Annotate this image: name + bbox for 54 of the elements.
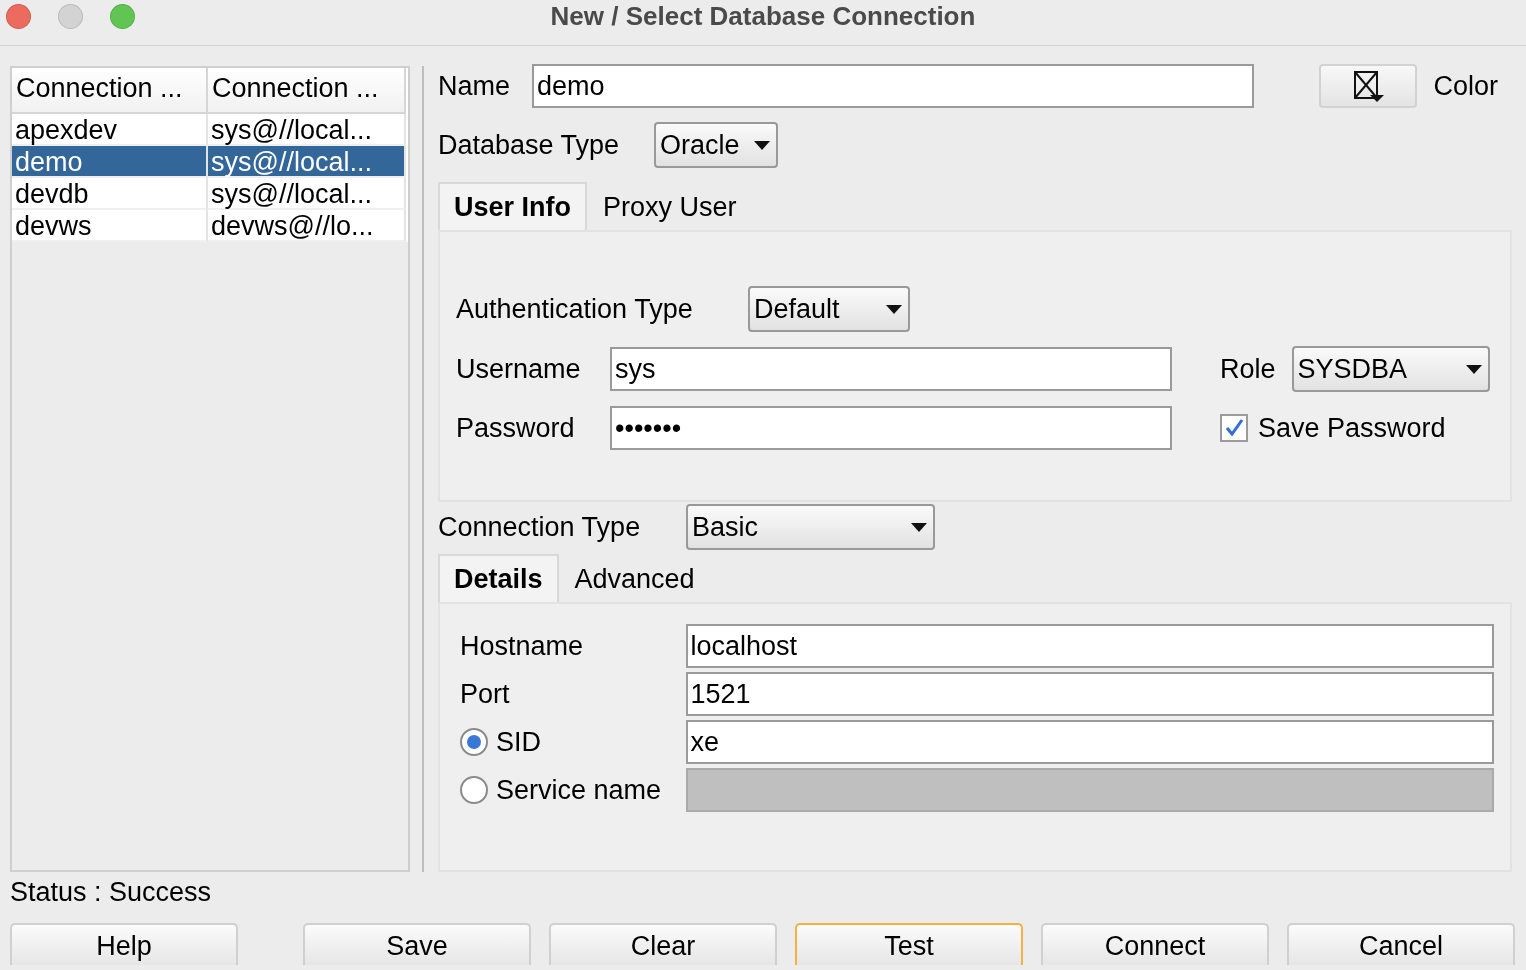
dialog-button[interactable]: Test bbox=[795, 922, 1023, 965]
radio-button[interactable] bbox=[460, 728, 488, 756]
color-swatch-icon bbox=[1352, 70, 1385, 102]
status-text: Status : Success bbox=[10, 876, 212, 909]
table-cell[interactable]: devws bbox=[12, 210, 208, 242]
database-type-dropdown[interactable]: Oracle bbox=[654, 122, 778, 168]
window-title: New / Select Database Connection bbox=[550, 0, 976, 33]
dialog-button[interactable]: Clear bbox=[549, 922, 777, 965]
sid-field[interactable]: xe bbox=[685, 720, 1494, 764]
tab[interactable]: Advanced bbox=[558, 554, 711, 602]
field-label: Port bbox=[460, 677, 511, 711]
field-label: Username bbox=[456, 352, 582, 386]
tab[interactable]: Details bbox=[438, 554, 559, 602]
dialog-button[interactable]: Save bbox=[303, 922, 531, 965]
port-field[interactable]: 1521 bbox=[685, 672, 1494, 716]
close-button[interactable] bbox=[6, 4, 31, 29]
column-header[interactable]: Connection ... bbox=[12, 68, 208, 114]
table-cell[interactable]: devws@//lo... bbox=[208, 210, 406, 242]
zoom-button[interactable] bbox=[110, 4, 135, 29]
caret-icon bbox=[911, 522, 927, 532]
radio-label: Service name bbox=[496, 773, 662, 807]
table-cell[interactable]: demo bbox=[12, 146, 208, 178]
field-label: Role bbox=[1220, 352, 1276, 386]
field-label: Password bbox=[456, 411, 576, 445]
table-cell[interactable]: sys@//local... bbox=[208, 178, 406, 210]
dialog-button[interactable]: Help bbox=[10, 922, 238, 965]
dialog-button[interactable]: Connect bbox=[1041, 922, 1269, 965]
checkbox-label: Save Password bbox=[1258, 411, 1446, 445]
table-cell[interactable]: devdb bbox=[12, 178, 208, 210]
checkmark-icon bbox=[1224, 418, 1244, 438]
role-dropdown[interactable]: SYSDBA bbox=[1291, 346, 1490, 392]
password-field[interactable]: ••••••• bbox=[610, 406, 1172, 450]
field-label: Database Type bbox=[438, 128, 621, 162]
field-label: Connection Type bbox=[438, 510, 642, 544]
username-field[interactable]: sys bbox=[610, 347, 1172, 391]
hostname-field[interactable]: localhost bbox=[685, 624, 1494, 668]
tab[interactable]: User Info bbox=[438, 182, 588, 230]
field-label: Hostname bbox=[460, 629, 585, 663]
tab[interactable]: Proxy User bbox=[587, 182, 753, 230]
color-picker-button[interactable] bbox=[1319, 64, 1418, 108]
caret-icon bbox=[886, 304, 902, 314]
caret-icon bbox=[1465, 364, 1482, 374]
caret-icon bbox=[754, 140, 770, 150]
name-field[interactable]: demo bbox=[532, 64, 1254, 108]
connection-type-dropdown[interactable]: Basic bbox=[686, 504, 935, 550]
field-label: Color bbox=[1433, 69, 1498, 103]
field-label: Name bbox=[438, 69, 512, 103]
dialog-button[interactable]: Cancel bbox=[1287, 922, 1515, 965]
save-password-checkbox[interactable] bbox=[1220, 414, 1248, 442]
field-label: Authentication Type bbox=[456, 292, 694, 326]
table-cell[interactable]: sys@//local... bbox=[208, 146, 406, 178]
column-header[interactable]: Connection ... bbox=[208, 68, 406, 114]
authentication-type-dropdown[interactable]: Default bbox=[748, 286, 910, 332]
radio-label: SID bbox=[496, 725, 541, 759]
